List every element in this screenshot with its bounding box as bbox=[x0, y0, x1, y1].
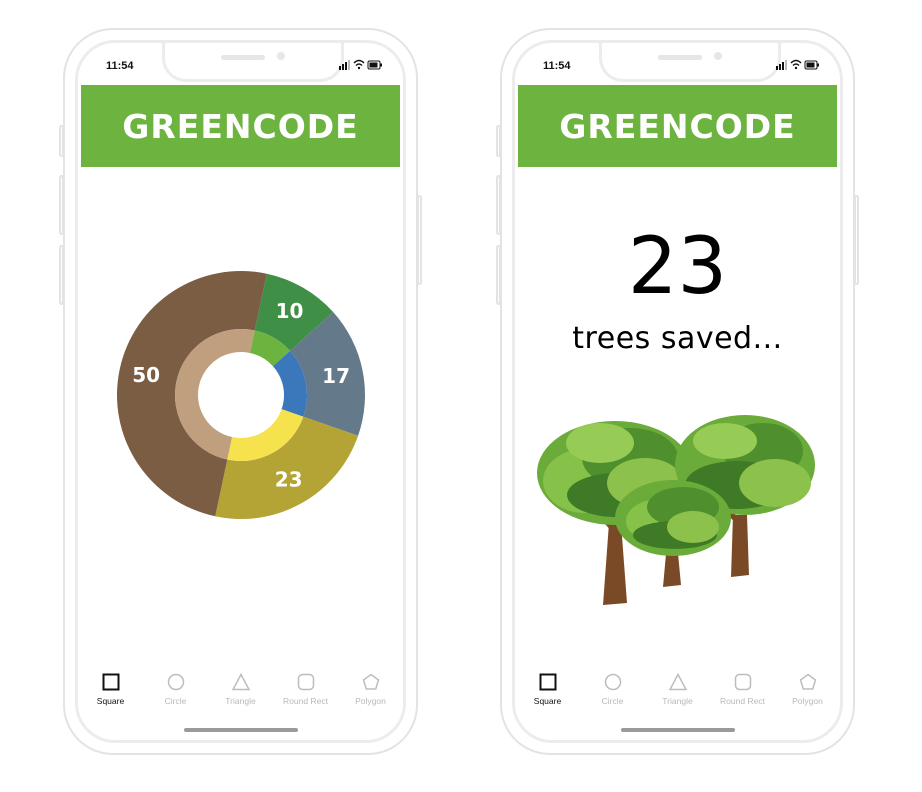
status-icons bbox=[339, 59, 382, 70]
notch bbox=[162, 43, 344, 82]
tab-polygon-label: Polygon bbox=[355, 696, 386, 706]
home-indicator[interactable] bbox=[183, 728, 298, 732]
tab-circle-label: Circle bbox=[164, 696, 187, 706]
app-header: GREENCODE bbox=[518, 85, 837, 167]
tab-polygon-label: Polygon bbox=[792, 696, 823, 706]
tab-bar: Square Circle Triangle Round Rect Polygo… bbox=[515, 672, 840, 716]
round-rect-icon bbox=[734, 673, 751, 691]
power-button bbox=[854, 195, 859, 285]
donut-label-10: 10 bbox=[276, 299, 304, 323]
tab-circle-label: Circle bbox=[601, 696, 624, 706]
tab-round-rect-label: Round Rect bbox=[283, 696, 328, 706]
circle-icon bbox=[604, 673, 621, 691]
status-icons bbox=[776, 59, 819, 70]
donut-chart: 10 17 23 50 bbox=[117, 271, 365, 519]
polygon-icon bbox=[362, 673, 379, 690]
phone-screen-right: 11:54 GREENCODE 23 trees saved... Square… bbox=[512, 40, 843, 743]
phone-frame-left: 11:54 GREENCODE 10 17 23 50 Square Circle T… bbox=[59, 28, 422, 755]
round-rect-icon bbox=[297, 673, 314, 691]
tab-square[interactable]: Square bbox=[516, 672, 580, 716]
battery-icon bbox=[804, 60, 819, 70]
battery-icon bbox=[367, 60, 382, 70]
camera bbox=[714, 52, 722, 60]
tab-bar: Square Circle Triangle Round Rect Polygo… bbox=[78, 672, 403, 716]
speaker bbox=[658, 55, 702, 60]
tab-circle[interactable]: Circle bbox=[144, 672, 208, 716]
status-time: 11:54 bbox=[106, 60, 134, 72]
app-title: GREENCODE bbox=[559, 106, 796, 146]
donut-label-50: 50 bbox=[132, 363, 160, 387]
donut-label-23: 23 bbox=[275, 468, 303, 492]
tab-triangle[interactable]: Triangle bbox=[209, 672, 273, 716]
wifi-icon bbox=[353, 59, 365, 70]
tab-square-label: Square bbox=[533, 696, 562, 706]
tree-canopy-middle bbox=[615, 480, 731, 556]
tab-polygon[interactable]: Polygon bbox=[339, 672, 403, 716]
triangle-icon bbox=[231, 672, 250, 691]
volume-down-button bbox=[59, 245, 64, 305]
tab-round-rect-label: Round Rect bbox=[720, 696, 765, 706]
wifi-icon bbox=[790, 59, 802, 70]
tab-triangle-label: Triangle bbox=[225, 696, 256, 706]
power-button bbox=[417, 195, 422, 285]
polygon-icon bbox=[799, 673, 816, 690]
tab-square-label: Square bbox=[96, 696, 125, 706]
triangle-icon bbox=[668, 672, 687, 691]
signal-icon bbox=[776, 60, 787, 70]
circle-icon bbox=[167, 673, 184, 691]
trees-illustration bbox=[537, 415, 815, 605]
trees-saved-caption: trees saved... bbox=[572, 321, 783, 356]
mute-switch bbox=[59, 125, 64, 157]
speaker bbox=[221, 55, 265, 60]
tab-circle[interactable]: Circle bbox=[581, 672, 645, 716]
notch bbox=[599, 43, 781, 82]
tab-square[interactable]: Square bbox=[79, 672, 143, 716]
tab-round-rect[interactable]: Round Rect bbox=[711, 672, 775, 716]
donut-label-17: 17 bbox=[322, 364, 350, 388]
phone-frame-right: 11:54 GREENCODE 23 trees saved... Square… bbox=[496, 28, 859, 755]
volume-up-button bbox=[496, 175, 501, 235]
phone-screen-left: 11:54 GREENCODE 10 17 23 50 Square Circle T… bbox=[75, 40, 406, 743]
status-time: 11:54 bbox=[543, 60, 571, 72]
volume-down-button bbox=[496, 245, 501, 305]
volume-up-button bbox=[59, 175, 64, 235]
tab-triangle-label: Triangle bbox=[662, 696, 693, 706]
square-icon bbox=[539, 673, 556, 691]
tab-round-rect[interactable]: Round Rect bbox=[274, 672, 338, 716]
tab-polygon[interactable]: Polygon bbox=[776, 672, 840, 716]
home-indicator[interactable] bbox=[620, 728, 735, 732]
trees-saved-count: 23 bbox=[627, 222, 728, 312]
app-title: GREENCODE bbox=[122, 106, 359, 146]
camera bbox=[277, 52, 285, 60]
square-icon bbox=[102, 673, 119, 691]
tab-triangle[interactable]: Triangle bbox=[646, 672, 710, 716]
signal-icon bbox=[339, 60, 350, 70]
mute-switch bbox=[496, 125, 501, 157]
app-header: GREENCODE bbox=[81, 85, 400, 167]
